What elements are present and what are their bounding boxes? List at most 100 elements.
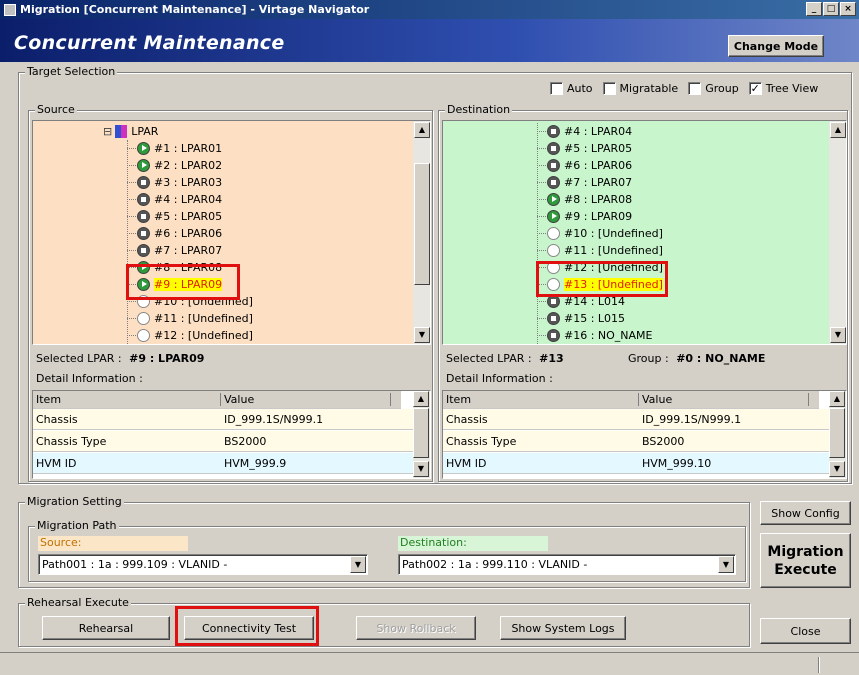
destination-tree-scrollbar[interactable]: ▲ ▼: [829, 121, 846, 344]
tree-node[interactable]: #6 : LPAR06: [547, 157, 632, 174]
scroll-down-icon[interactable]: ▼: [413, 461, 429, 477]
running-icon: [137, 278, 150, 291]
checkbox-icon[interactable]: [550, 82, 563, 95]
tree-node[interactable]: #12 : [Undefined]: [547, 259, 663, 276]
chevron-down-icon[interactable]: ▼: [350, 556, 366, 573]
tree-node-label: #5 : LPAR05: [564, 142, 633, 155]
scroll-down-icon[interactable]: ▼: [830, 327, 846, 343]
grid-row[interactable]: Chassis ID_999.1S/N999.1: [33, 409, 430, 430]
minimize-button[interactable]: _: [806, 2, 822, 16]
tree-node[interactable]: #8 : LPAR08: [547, 191, 632, 208]
source-tree-scrollbar[interactable]: ▲ ▼: [413, 121, 430, 344]
running-icon: [547, 193, 560, 206]
destination-path-select[interactable]: Path002 : 1a : 999.110 : VLANID - ▼: [398, 554, 736, 575]
source-selected-prefix: Selected LPAR :: [36, 352, 122, 365]
grid-header-cell[interactable]: Item: [443, 393, 639, 406]
tree-node-label: #14 : L014: [564, 295, 626, 308]
chevron-down-icon[interactable]: ▼: [718, 556, 734, 573]
grid-row[interactable]: Chassis ID_999.1S/N999.1: [443, 409, 846, 430]
option-checkbox-0[interactable]: Auto: [550, 82, 593, 95]
tree-line: [127, 140, 128, 344]
grid-scrollbar[interactable]: ▲ ▼: [829, 391, 846, 478]
tree-node[interactable]: #1 : LPAR01: [137, 140, 222, 157]
tree-node-label: #12 : [Undefined]: [154, 329, 253, 342]
scroll-down-icon[interactable]: ▼: [829, 461, 845, 477]
tree-node[interactable]: #15 : L015: [547, 310, 625, 327]
grid-row[interactable]: HVM ID HVM_999.10: [443, 453, 846, 474]
scroll-down-icon[interactable]: ▼: [414, 327, 430, 343]
destination-detail-grid[interactable]: Item Value Chassis ID_999.1S/N999.1 Chassis …: [442, 390, 847, 479]
maximize-button[interactable]: □: [823, 2, 839, 16]
grid-scrollbar[interactable]: ▲ ▼: [413, 391, 430, 478]
collapse-icon[interactable]: ⊟: [103, 125, 112, 138]
show-config-button[interactable]: Show Config: [760, 501, 851, 525]
tree-node-label: #4 : LPAR04: [154, 193, 223, 206]
grid-row[interactable]: HVM ID HVM_999.9: [33, 453, 430, 474]
tree-root-node[interactable]: ⊟ LPAR: [103, 123, 158, 140]
tree-node[interactable]: #7 : LPAR07: [547, 174, 632, 191]
scroll-up-icon[interactable]: ▲: [830, 122, 846, 138]
scroll-thumb[interactable]: [829, 408, 845, 458]
change-mode-button[interactable]: Change Mode: [728, 35, 824, 57]
show-system-logs-button[interactable]: Show System Logs: [500, 616, 626, 640]
rehearsal-button[interactable]: Rehearsal: [42, 616, 170, 640]
grid-header-cell[interactable]: Item: [33, 393, 221, 406]
tree-node[interactable]: #5 : LPAR05: [547, 140, 632, 157]
tree-node-label: #13 : [Undefined]: [564, 278, 663, 291]
option-label: Tree View: [765, 82, 819, 95]
tree-node-label: #11 : [Undefined]: [154, 312, 253, 325]
source-tree[interactable]: ⊟ LPAR #1 : LPAR01 #2 : LPAR02 #3 : LPAR03 #4…: [32, 120, 431, 345]
connectivity-test-button[interactable]: Connectivity Test: [184, 616, 314, 640]
option-checkbox-2[interactable]: Group: [688, 82, 739, 95]
tree-node[interactable]: #9 : LPAR09: [547, 208, 632, 225]
source-detail-grid[interactable]: Item Value Chassis ID_999.1S/N999.1 Chassis …: [32, 390, 431, 479]
option-label: Migratable: [619, 82, 679, 95]
tree-node[interactable]: #7 : LPAR07: [137, 242, 222, 259]
tree-node[interactable]: #13 : [Undefined]: [547, 276, 663, 293]
tree-node[interactable]: #6 : LPAR06: [137, 225, 222, 242]
scroll-thumb[interactable]: [413, 408, 429, 458]
tree-node[interactable]: #11 : [Undefined]: [137, 310, 253, 327]
tree-node[interactable]: #3 : LPAR03: [137, 174, 222, 191]
migration-execute-button[interactable]: Migration Execute: [760, 533, 851, 588]
checkbox-icon[interactable]: [602, 82, 616, 95]
scroll-up-icon[interactable]: ▲: [829, 391, 845, 407]
grid-header-cell[interactable]: Value: [639, 393, 809, 406]
tree-node[interactable]: #11 : [Undefined]: [547, 242, 663, 259]
tree-node[interactable]: #9 : LPAR09: [137, 276, 223, 293]
tree-node[interactable]: #10 : [Undefined]: [137, 293, 253, 310]
tree-node[interactable]: #10 : [Undefined]: [547, 225, 663, 242]
destination-tree[interactable]: #4 : LPAR04 #5 : LPAR05 #6 : LPAR06 #7 : LP…: [442, 120, 847, 345]
scroll-thumb[interactable]: [414, 163, 430, 285]
scroll-up-icon[interactable]: ▲: [413, 391, 429, 407]
grid-header-row: Item Value: [33, 391, 401, 409]
tree-node[interactable]: #12 : [Undefined]: [137, 327, 253, 344]
scroll-up-icon[interactable]: ▲: [414, 122, 430, 138]
option-checkbox-1[interactable]: Migratable: [602, 82, 679, 95]
tree-node[interactable]: #14 : L014: [547, 293, 625, 310]
grid-row[interactable]: Chassis Type BS2000: [33, 431, 430, 452]
tree-branch-line: [127, 318, 136, 319]
checkbox-icon[interactable]: ✓: [748, 82, 762, 95]
grid-header-cell[interactable]: Value: [221, 393, 391, 406]
grid-cell: HVM_999.10: [642, 456, 712, 470]
grid-cell: ID_999.1S/N999.1: [224, 412, 324, 426]
option-checkbox-3[interactable]: ✓ Tree View: [748, 82, 819, 95]
tree-branch-line: [537, 148, 546, 149]
destination-selected-value: #13: [539, 352, 564, 365]
source-path-select[interactable]: Path001 : 1a : 999.109 : VLANID - ▼: [38, 554, 368, 575]
stopped-icon: [547, 125, 560, 138]
tree-node[interactable]: #5 : LPAR05: [137, 208, 222, 225]
close-window-button[interactable]: ×: [840, 2, 856, 16]
close-button[interactable]: Close: [760, 618, 851, 644]
tree-node[interactable]: #8 : LPAR08: [137, 259, 222, 276]
stopped-icon: [547, 312, 560, 325]
tree-node[interactable]: #16 : NO_NAME: [547, 327, 653, 344]
tree-node[interactable]: #4 : LPAR04: [547, 123, 632, 140]
tree-node-label: #7 : LPAR07: [564, 176, 633, 189]
tree-node[interactable]: #2 : LPAR02: [137, 157, 222, 174]
tree-branch-line: [127, 233, 136, 234]
tree-node[interactable]: #4 : LPAR04: [137, 191, 222, 208]
grid-row[interactable]: Chassis Type BS2000: [443, 431, 846, 452]
checkbox-icon[interactable]: [688, 82, 702, 95]
